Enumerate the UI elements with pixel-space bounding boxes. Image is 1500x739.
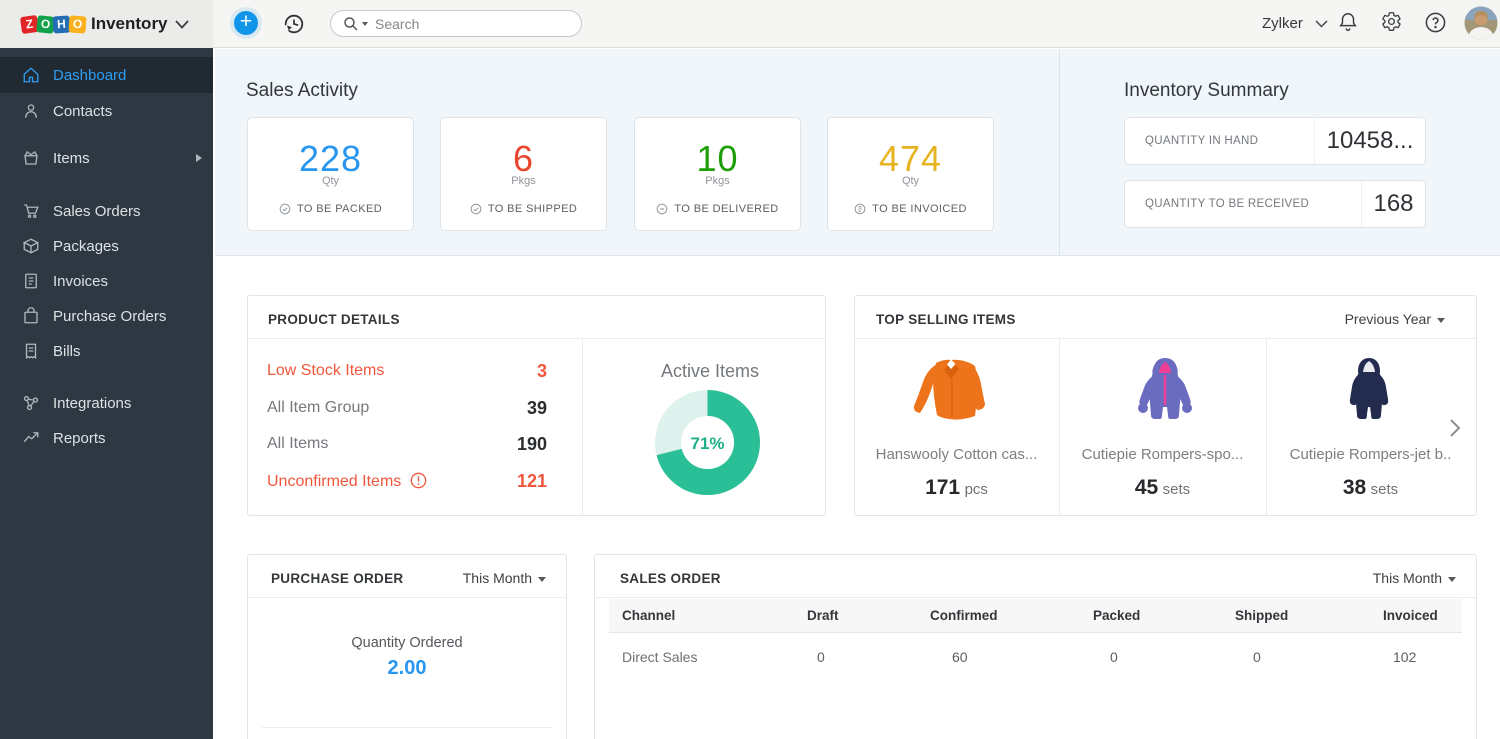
svg-text:71%: 71%	[690, 434, 724, 453]
